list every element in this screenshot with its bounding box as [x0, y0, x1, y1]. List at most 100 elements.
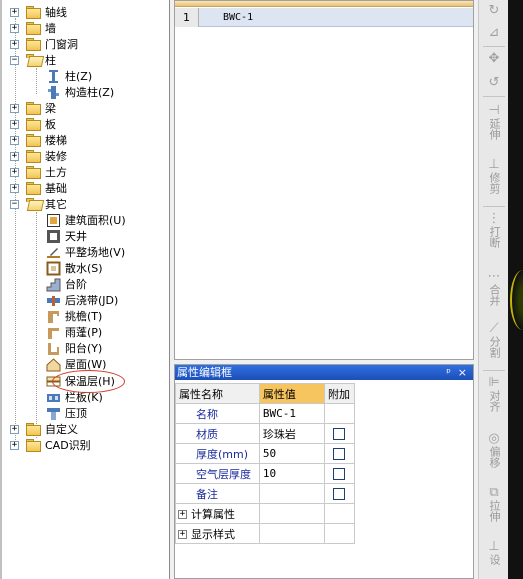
tree-item-constructional-column[interactable]: 构造柱(Z) — [46, 84, 114, 100]
tree-item-custom[interactable]: + 自定义 — [10, 421, 78, 437]
group-row[interactable]: + 计算属性 — [175, 503, 355, 524]
checkbox[interactable] — [333, 468, 346, 480]
tree-item-label: 门窗洞 — [45, 38, 78, 51]
split-label: 分割 — [488, 336, 501, 358]
undo-rotate-button[interactable]: ↺ — [480, 76, 508, 90]
checkbox[interactable] — [333, 488, 346, 500]
building-area-icon — [46, 213, 61, 228]
expand-icon[interactable]: + — [10, 7, 19, 17]
tree-item-door-window[interactable]: + 门窗洞 — [10, 36, 78, 52]
rotate-icon: ↻ — [488, 3, 500, 18]
tree-item-foundation[interactable]: + 基础 — [10, 180, 67, 196]
rotate-button[interactable]: ↻ — [480, 4, 508, 18]
tree-item-label: 后浇带(JD) — [65, 294, 119, 307]
folder-icon — [25, 423, 41, 436]
expand-icon[interactable]: + — [10, 151, 19, 161]
pin-icon[interactable]: ᵖ — [446, 365, 451, 380]
merge-icon: ⋯ — [487, 269, 501, 284]
tree-item-label: 天井 — [65, 230, 87, 243]
extend-button[interactable]: ⊣ 延伸 — [480, 104, 508, 141]
tree-item-courtyard[interactable]: 天井 — [46, 228, 87, 244]
property-value[interactable]: 10 — [258, 463, 326, 484]
expand-icon[interactable]: + — [10, 135, 19, 145]
tree-item-column-group[interactable]: − 柱 — [10, 52, 56, 68]
stretch-button[interactable]: ⧉ 拉伸 — [480, 485, 508, 523]
expand-icon[interactable]: + — [10, 103, 19, 113]
tree-item-balcony[interactable]: 阳台(Y) — [46, 340, 102, 356]
property-group[interactable]: + 显示样式 — [175, 523, 260, 544]
merge-button[interactable]: ⋯ 合并 — [480, 269, 508, 307]
break-button[interactable]: ⋮ 打断 — [480, 212, 508, 249]
tree-item-building-area[interactable]: 建筑面积(U) — [46, 212, 126, 228]
column-header-name: 属性名称 — [175, 383, 260, 404]
open-folder-icon — [25, 198, 41, 210]
settings-button[interactable]: ⊥ 设 — [480, 539, 508, 566]
expand-icon[interactable]: + — [178, 530, 187, 539]
tree-item-apron[interactable]: 散水(S) — [46, 260, 103, 276]
split-button[interactable]: ⟋ 分割 — [480, 322, 508, 359]
panel-title-bar: 属性编辑框 ᵖ × — [175, 365, 473, 380]
property-extra — [324, 423, 355, 444]
collapse-icon[interactable]: − — [10, 55, 19, 65]
property-extra — [324, 443, 355, 464]
tree-item-steps[interactable]: 台阶 — [46, 276, 87, 292]
checkbox[interactable] — [333, 428, 346, 440]
tree-item-label: 雨蓬(P) — [65, 326, 103, 339]
property-value[interactable] — [258, 483, 326, 504]
move-button[interactable]: ✥ — [480, 52, 508, 66]
tree-item-beam[interactable]: + 梁 — [10, 100, 56, 116]
property-value[interactable]: BWC-1 — [258, 403, 326, 424]
expand-icon[interactable]: + — [10, 183, 19, 193]
tree-item-post-cast-strip[interactable]: 后浇带(JD) — [46, 292, 118, 308]
tree-item-other-group[interactable]: − 其它 — [10, 196, 67, 212]
highlight-ellipse — [52, 370, 125, 393]
tree-item-coping[interactable]: 压顶 — [46, 405, 87, 421]
group-value-empty — [258, 503, 326, 524]
collapse-icon[interactable]: − — [10, 199, 19, 209]
settings-icon: ⊥ — [488, 539, 500, 554]
expand-icon[interactable]: + — [10, 167, 19, 177]
expand-icon[interactable]: + — [10, 424, 19, 434]
trim-button[interactable]: ⊥ 修剪 — [480, 158, 508, 195]
expand-icon[interactable]: + — [10, 119, 19, 129]
folder-icon — [25, 439, 41, 452]
property-group[interactable]: + 计算属性 — [175, 503, 260, 524]
column-header-extra: 附加 — [324, 383, 355, 404]
mirror-button[interactable]: ⊿ — [480, 26, 508, 40]
tree-item-earthwork[interactable]: + 土方 — [10, 164, 67, 180]
tree-item-decoration[interactable]: + 装修 — [10, 148, 67, 164]
expand-icon[interactable]: + — [10, 23, 19, 33]
tree-item-label: 台阶 — [65, 278, 87, 291]
tree-item-slab[interactable]: + 板 — [10, 116, 56, 132]
checkbox[interactable] — [333, 448, 346, 460]
align-button[interactable]: ⊫ 对齐 — [480, 376, 508, 413]
roof-icon — [46, 357, 61, 372]
tree-item-axis[interactable]: + 轴线 — [10, 4, 67, 20]
navigation-cube[interactable] — [510, 270, 523, 330]
list-header — [175, 1, 473, 7]
folder-icon — [25, 102, 41, 115]
move-icon: ✥ — [488, 51, 500, 66]
tree-item-site-leveling[interactable]: 平整场地(V) — [46, 244, 125, 260]
stretch-icon: ⧉ — [489, 485, 499, 500]
table-row[interactable]: 1 BWC-1 — [175, 8, 473, 27]
close-icon[interactable]: × — [458, 365, 467, 380]
tree-item-wall[interactable]: + 墙 — [10, 20, 56, 36]
tree-item-stairs[interactable]: + 楼梯 — [10, 132, 67, 148]
property-table: 属性名称 属性值 附加 名称 BWC-1 材质 珍珠岩 厚度(mm) 50 空气… — [175, 383, 355, 544]
component-tree: + 轴线 + 墙 + 门窗洞 − 柱 柱(Z) 构造柱(Z) + 梁 + 板 +… — [0, 0, 170, 579]
expand-icon[interactable]: + — [178, 510, 187, 519]
balcony-icon — [46, 341, 61, 356]
group-row[interactable]: + 显示样式 — [175, 523, 355, 544]
tree-item-canopy[interactable]: 雨蓬(P) — [46, 324, 102, 340]
expand-icon[interactable]: + — [10, 39, 19, 49]
tree-item-cad-recognition[interactable]: + CAD识别 — [10, 437, 91, 453]
offset-button[interactable]: ◎ 偏移 — [480, 432, 508, 469]
tree-item-cornice[interactable]: 挑檐(T) — [46, 308, 102, 324]
component-name[interactable]: BWC-1 — [223, 8, 253, 27]
apron-icon — [46, 261, 61, 276]
property-value[interactable]: 50 — [258, 443, 326, 464]
property-value[interactable]: 珍珠岩 — [258, 423, 326, 444]
expand-icon[interactable]: + — [10, 440, 19, 450]
tree-item-column[interactable]: 柱(Z) — [46, 68, 92, 84]
